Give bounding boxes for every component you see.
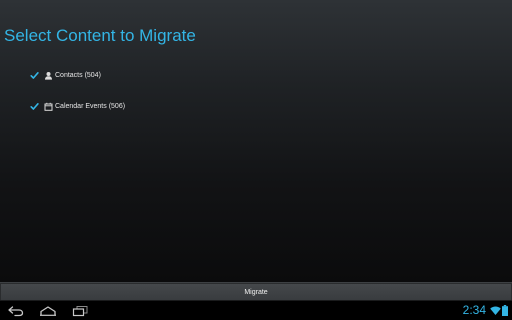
back-icon[interactable]	[6, 304, 26, 317]
battery-icon	[502, 305, 508, 316]
check-icon	[30, 102, 39, 110]
contacts-icon	[44, 71, 53, 80]
calendar-icon	[44, 102, 53, 111]
page-title: Select Content to Migrate	[4, 26, 196, 45]
clock: 2:34	[462, 303, 486, 317]
wifi-icon	[490, 306, 501, 315]
list-item-contacts[interactable]: Contacts (504)	[30, 68, 101, 82]
screen: Select Content to Migrate Contacts (504)	[0, 0, 512, 320]
content-area: Select Content to Migrate Contacts (504)	[0, 0, 512, 282]
check-icon	[30, 71, 39, 79]
contacts-checkbox[interactable]	[30, 71, 39, 80]
status-area[interactable]: 2:34	[463, 303, 508, 318]
home-icon[interactable]	[38, 304, 58, 317]
action-bar: Migrate	[0, 282, 512, 301]
recent-apps-icon[interactable]	[70, 304, 90, 317]
navigation-bar: 2:34	[0, 301, 512, 320]
calendar-checkbox[interactable]	[30, 102, 39, 111]
calendar-label: Calendar Events (506)	[55, 102, 126, 110]
migrate-button[interactable]: Migrate	[1, 284, 511, 300]
contacts-label: Contacts (504)	[55, 71, 101, 79]
list-item-calendar[interactable]: Calendar Events (506)	[30, 99, 125, 113]
